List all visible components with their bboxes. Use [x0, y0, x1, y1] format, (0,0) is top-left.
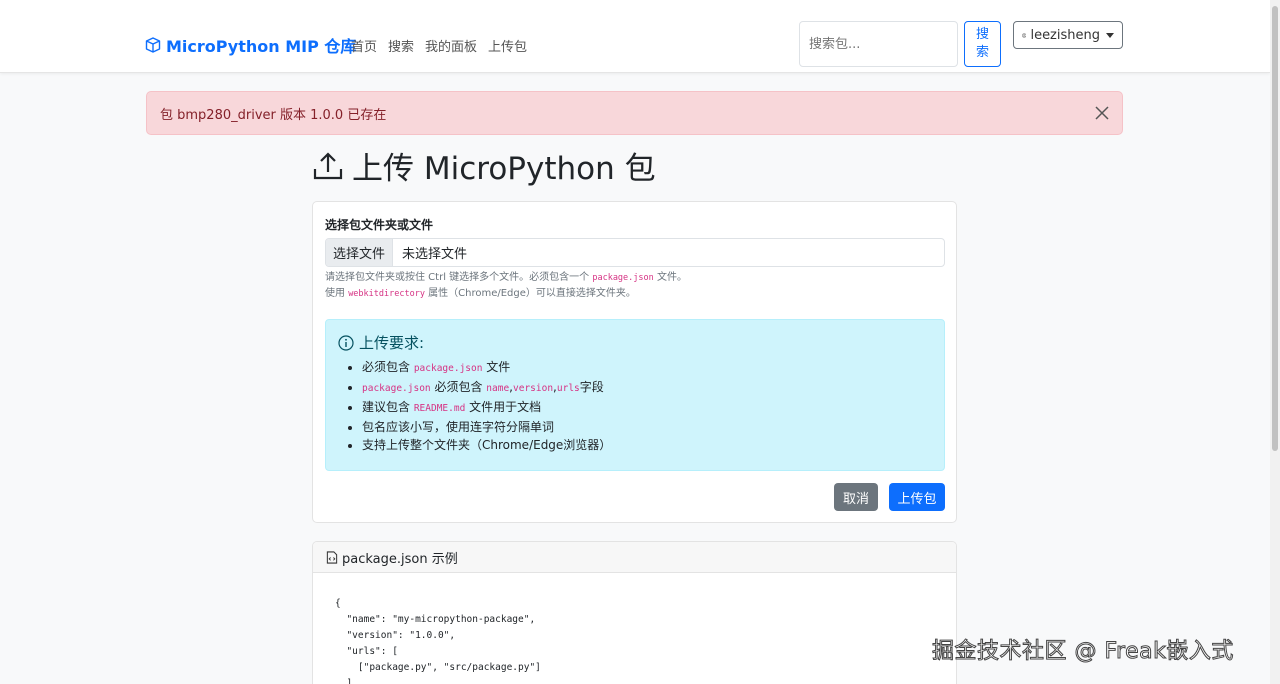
req-code: urls [556, 383, 580, 394]
req-text: 字段 [579, 380, 604, 394]
search-button[interactable]: 搜索 [964, 21, 1001, 67]
close-icon[interactable] [1094, 105, 1110, 121]
page-title-text: 上传 MicroPython 包 [352, 151, 656, 187]
req-code: README.md [413, 403, 466, 414]
scrollbar[interactable] [1270, 0, 1280, 684]
file-status: 未选择文件 [402, 247, 468, 262]
req-text: 支持上传整个文件夹（Chrome/Edge浏览器） [362, 438, 612, 452]
list-item: package.json 必须包含 name,version,urls字段 [362, 378, 611, 398]
alert-message: 包 bmp280_driver 版本 1.0.0 已存在 [160, 107, 387, 123]
upload-button[interactable]: 上传包 [889, 483, 945, 511]
nav-links: 首页 搜索 我的面板 上传包 [351, 36, 527, 55]
requirements-title: 上传要求: [338, 332, 424, 353]
user-dropdown[interactable]: leezisheng [1013, 21, 1123, 49]
upload-icon [313, 151, 343, 179]
req-text: 文件 [482, 360, 511, 374]
req-text: 必须包含 [430, 380, 487, 394]
help-text-part: 使用 [325, 288, 349, 299]
help-text-part: 属性（Chrome/Edge）可以直接选择文件夹。 [424, 288, 636, 299]
navbar: MicroPython MIP 仓库 首页 搜索 我的面板 上传包 搜索 lee… [0, 0, 1270, 73]
choose-file-button[interactable]: 选择文件 [326, 239, 393, 266]
chevron-down-icon [1106, 32, 1114, 38]
brand-text: MicroPython MIP 仓库 [166, 37, 357, 56]
list-item: 支持上传整个文件夹（Chrome/Edge浏览器） [362, 436, 611, 454]
user-circle-icon [1022, 32, 1027, 38]
req-code: package.json [413, 363, 483, 374]
brand-link[interactable]: MicroPython MIP 仓库 [145, 33, 356, 57]
page-title: 上传 MicroPython 包 [312, 143, 656, 188]
watermark: 掘金技术社区 @ Freak嵌入式 [932, 639, 1234, 665]
username: leezisheng [1030, 27, 1100, 43]
req-text: 建议包含 [362, 400, 414, 414]
req-text: 文件用于文档 [465, 400, 542, 414]
requirements-panel: 上传要求: 必须包含 package.json 文件 package.json … [325, 319, 945, 471]
requirements-title-text: 上传要求: [359, 334, 425, 352]
list-item: 必须包含 package.json 文件 [362, 358, 611, 378]
upload-card: 选择包文件夹或文件 选择文件 未选择文件 请选择包文件夹或按住 Ctrl 键选择… [312, 201, 957, 523]
file-label: 选择包文件夹或文件 [325, 218, 434, 232]
nav-dashboard[interactable]: 我的面板 [425, 36, 477, 55]
help-text-part: 请选择包文件夹或按住 Ctrl 键选择多个文件。必须包含一个 [325, 272, 593, 283]
box-icon [145, 37, 161, 53]
req-code: name [486, 383, 510, 394]
json-example: { "name": "my-micropython-package", "ver… [335, 598, 541, 684]
file-input[interactable]: 选择文件 未选择文件 [325, 238, 945, 267]
example-card: package.json 示例 { "name": "my-micropytho… [312, 541, 957, 684]
req-code: package.json [362, 383, 431, 394]
list-item: 包名应该小写，使用连字符分隔单词 [362, 418, 611, 436]
nav-upload[interactable]: 上传包 [488, 36, 527, 55]
cancel-button[interactable]: 取消 [834, 483, 878, 511]
example-card-header: package.json 示例 [313, 542, 956, 573]
file-code-icon [326, 550, 338, 564]
example-title: package.json 示例 [342, 551, 458, 567]
help-code: package.json [592, 273, 654, 283]
req-code: version [513, 383, 554, 394]
scrollbar-thumb[interactable] [1272, 6, 1278, 451]
error-alert: 包 bmp280_driver 版本 1.0.0 已存在 [146, 91, 1123, 135]
info-icon [338, 334, 354, 351]
requirements-list: 必须包含 package.json 文件 package.json 必须包含 n… [362, 358, 611, 454]
search-input[interactable] [799, 21, 958, 67]
help-text: 请选择包文件夹或按住 Ctrl 键选择多个文件。必须包含一个 package.j… [325, 270, 687, 302]
req-text: 必须包含 [362, 360, 414, 374]
nav-search[interactable]: 搜索 [388, 36, 414, 55]
help-code: webkitdirectory [348, 289, 425, 299]
help-text-part: 文件。 [653, 272, 687, 283]
req-text: 包名应该小写，使用连字符分隔单词 [362, 420, 555, 434]
list-item: 建议包含 README.md 文件用于文档 [362, 398, 611, 418]
nav-home[interactable]: 首页 [351, 36, 377, 55]
